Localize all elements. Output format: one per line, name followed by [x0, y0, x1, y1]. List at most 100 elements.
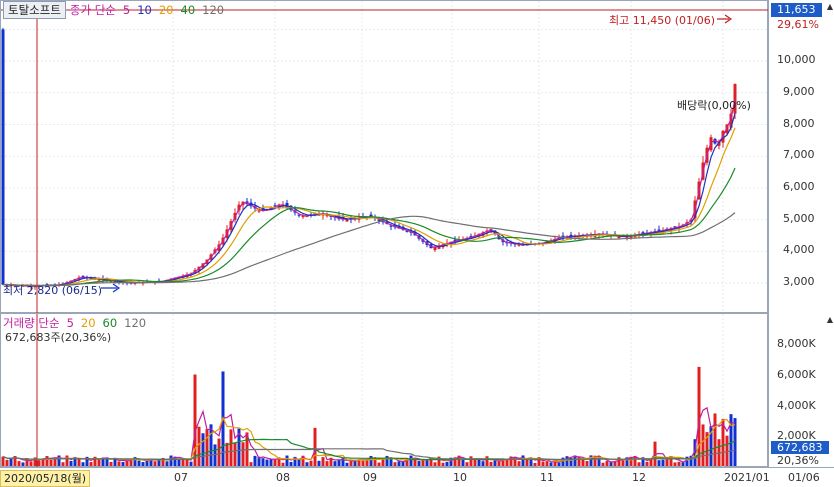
volume-bar — [185, 459, 189, 466]
volume-bar — [389, 458, 393, 466]
low-arrow-icon — [101, 283, 121, 293]
volume-bar — [121, 462, 125, 466]
volume-bar — [605, 461, 609, 466]
volume-bar — [261, 458, 265, 466]
price-ma20-line — [2, 127, 736, 287]
price-axis[interactable]: ▲ 11,653 29,61% 10,000 9,000 8,000 7,000… — [768, 0, 834, 313]
volume-bar — [97, 459, 101, 466]
volume-bar — [557, 462, 561, 466]
volume-bar — [725, 435, 729, 466]
price-ma-40: 40 — [180, 3, 196, 17]
volume-bar — [701, 424, 705, 466]
price-tick-7000: 7,000 — [783, 148, 815, 161]
volume-bar — [117, 461, 121, 466]
price-tick-10000: 10,000 — [777, 53, 816, 66]
volume-bar — [141, 462, 145, 466]
volume-bar — [485, 456, 489, 466]
price-tick-9000: 9,000 — [783, 85, 815, 98]
current-price-pct: 29,61% — [777, 18, 819, 31]
x-axis[interactable]: 2020/05/18(월) 07 08 09 10 11 12 2021/01 … — [0, 467, 834, 487]
volume-bar — [177, 459, 181, 466]
price-legend: 토탈소프트 종가 단순 5 10 20 40 120 — [3, 1, 224, 19]
price-tick-4000: 4,000 — [783, 243, 815, 256]
volume-bar — [333, 461, 337, 466]
volume-bar — [309, 460, 313, 466]
price-ma5-line — [2, 98, 736, 287]
volume-bar — [409, 455, 413, 466]
volume-bar — [297, 459, 301, 466]
volume-bar — [661, 459, 665, 466]
volume-chart-panel[interactable]: 거래량 단순 5 20 60 120 672,683주(20,36%) — [0, 313, 769, 468]
volume-bar — [345, 462, 349, 466]
volume-bar — [349, 460, 353, 466]
stock-name-box[interactable]: 토탈소프트 — [3, 1, 66, 19]
scroll-up-arrow-icon[interactable]: ▲ — [825, 2, 834, 12]
volume-bar — [249, 462, 253, 466]
volume-bar — [281, 462, 285, 466]
volume-bar — [21, 462, 25, 466]
volume-bar — [581, 458, 585, 466]
price-candle — [1, 29, 5, 285]
volume-bar — [233, 442, 237, 466]
volume-bar — [253, 455, 257, 466]
volume-bar — [713, 413, 717, 466]
volume-bar — [441, 462, 445, 466]
volume-bar — [433, 462, 437, 466]
x-label-10: 10 — [453, 471, 467, 484]
volume-ma-20: 20 — [80, 316, 96, 330]
volume-bar — [289, 462, 293, 466]
volume-bar — [1, 456, 5, 466]
volume-bar — [317, 460, 321, 466]
volume-current-text: 672,683주(20,36%) — [5, 331, 112, 344]
volume-chart[interactable] — [1, 314, 769, 468]
x-label-12: 12 — [632, 471, 646, 484]
volume-bar — [445, 461, 449, 466]
volume-bar — [225, 442, 229, 466]
price-tick-3000: 3,000 — [783, 275, 815, 288]
volume-bar — [9, 458, 13, 466]
volume-bar — [29, 461, 33, 466]
volume-ma-60: 60 — [102, 316, 118, 330]
price-ma-10: 10 — [137, 3, 152, 17]
volume-bar — [65, 455, 69, 466]
high-annotation: 최고 11,450 (01/06) — [609, 14, 716, 27]
volume-bar — [45, 456, 49, 466]
price-chart-panel[interactable]: 토탈소프트 종가 단순 5 10 20 40 120 최고 11,450 (01… — [0, 0, 769, 314]
volume-bar — [549, 462, 553, 466]
price-chart[interactable] — [1, 1, 769, 314]
x-label-11: 11 — [540, 471, 554, 484]
volume-ma20-line — [2, 416, 736, 462]
volume-bar — [197, 426, 201, 466]
price-ma10-line — [2, 113, 736, 287]
volume-bar — [169, 455, 173, 466]
volume-bar — [157, 460, 161, 466]
volume-bar — [189, 461, 193, 466]
volume-bar — [229, 429, 233, 466]
volume-bar — [473, 460, 477, 466]
volume-bar — [533, 462, 537, 466]
volume-bar — [37, 460, 41, 466]
volume-bar — [637, 462, 641, 466]
volume-bar — [497, 460, 501, 466]
volume-bar — [481, 461, 485, 466]
volume-bar — [313, 427, 317, 466]
volume-ma-120: 120 — [124, 316, 147, 330]
volume-axis[interactable]: ▲ 8,000K 6,000K 4,000K 2,000K 672,683 20… — [768, 313, 834, 467]
volume-bar — [17, 461, 21, 466]
volume-bar — [153, 461, 157, 466]
volume-bar — [465, 462, 469, 466]
volume-bar — [489, 461, 493, 466]
volume-bar — [165, 461, 169, 466]
scroll-up-arrow-icon[interactable]: ▲ — [825, 315, 834, 325]
volume-bar — [61, 462, 65, 466]
volume-bar — [673, 462, 677, 466]
volume-bar — [201, 433, 205, 466]
volume-bar — [265, 459, 269, 466]
x-label-07: 07 — [174, 471, 188, 484]
volume-bar — [541, 461, 545, 466]
volume-bar — [397, 461, 401, 466]
volume-bar — [493, 460, 497, 466]
current-volume-pct: 20,36% — [777, 454, 819, 467]
volume-bar — [217, 438, 221, 466]
price-candle — [301, 216, 305, 218]
